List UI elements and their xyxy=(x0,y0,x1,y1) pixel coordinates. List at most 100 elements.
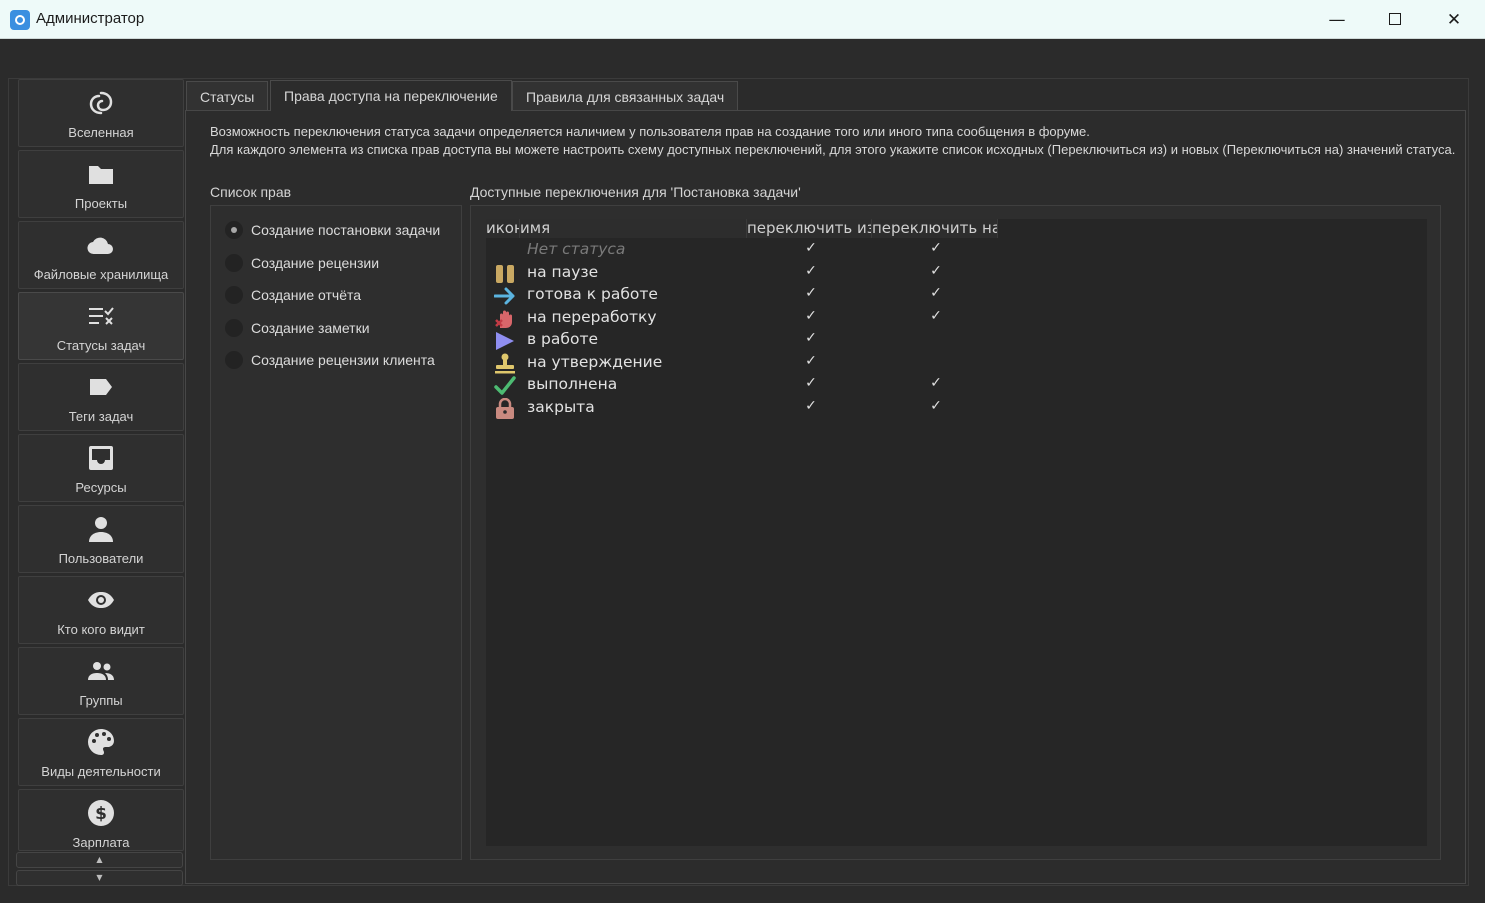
sidebar-item-file-storage[interactable]: Файловые хранилища xyxy=(18,221,184,289)
sidebar-scroll-down-button[interactable]: ▼ xyxy=(16,870,183,886)
sidebar-item-label: Ресурсы xyxy=(75,480,127,495)
switch-to-check[interactable]: ✓ xyxy=(928,375,944,391)
switch-to-check[interactable]: ✓ xyxy=(928,285,944,301)
radio-button[interactable] xyxy=(225,351,243,369)
status-name: Нет статуса xyxy=(527,240,626,258)
switch-from-check[interactable]: ✓ xyxy=(803,330,819,346)
table-row[interactable]: на паузе ✓ ✓ xyxy=(486,262,1427,284)
user-icon xyxy=(19,515,183,543)
sidebar-item-projects[interactable]: Проекты xyxy=(18,150,184,218)
switch-to-check[interactable]: ✓ xyxy=(928,240,944,256)
sidebar-item-label: Файловые хранилища xyxy=(33,267,169,282)
eye-icon xyxy=(19,586,183,614)
right-item-label: Создание заметки xyxy=(251,320,370,336)
rights-list-label: Список прав xyxy=(210,184,292,200)
table-row[interactable]: в работе ✓ xyxy=(486,329,1427,351)
description-line: Для каждого элемента из списка прав дост… xyxy=(210,141,1456,157)
sidebar-item-label: Статусы задач xyxy=(56,338,146,353)
table-row[interactable]: на переработку ✓ ✓ xyxy=(486,307,1427,329)
table-row[interactable]: выполнена ✓ ✓ xyxy=(486,374,1427,396)
play-icon xyxy=(494,330,516,351)
sidebar-item-label: Пользователи xyxy=(58,551,144,566)
column-header-icon[interactable]: иконка xyxy=(486,219,520,238)
right-item-review-creation[interactable]: Создание рецензии xyxy=(225,253,379,273)
table-row[interactable]: на утверждение ✓ xyxy=(486,352,1427,374)
switch-from-check[interactable]: ✓ xyxy=(803,308,819,324)
right-item-client-review-creation[interactable]: Создание рецензии клиента xyxy=(225,350,435,370)
maximize-icon xyxy=(1389,12,1401,25)
switch-from-check[interactable]: ✓ xyxy=(803,398,819,414)
sidebar-item-universe[interactable]: Вселенная xyxy=(18,79,184,147)
switch-from-check[interactable]: ✓ xyxy=(803,240,819,256)
sidebar-item-label: Группы xyxy=(79,693,123,708)
radio-button[interactable] xyxy=(225,221,243,239)
switch-from-check[interactable]: ✓ xyxy=(803,263,819,279)
hand-stop-icon xyxy=(494,308,516,329)
svg-text:$: $ xyxy=(95,804,107,824)
switch-to-check[interactable]: ✓ xyxy=(928,308,944,324)
switches-label: Доступные переключения для 'Постановка з… xyxy=(470,184,801,200)
sidebar-item-activity-types[interactable]: Виды деятельности xyxy=(18,718,184,786)
table-row[interactable]: Нет статуса ✓ ✓ xyxy=(486,239,1427,261)
switch-from-check[interactable]: ✓ xyxy=(803,353,819,369)
switch-from-check[interactable]: ✓ xyxy=(803,375,819,391)
arrow-right-icon xyxy=(494,285,516,306)
pause-icon xyxy=(494,263,516,284)
tag-icon xyxy=(19,373,183,401)
close-button[interactable]: ✕ xyxy=(1431,4,1477,36)
window-title: Администратор xyxy=(36,10,145,27)
switch-from-check[interactable]: ✓ xyxy=(803,285,819,301)
universe-icon xyxy=(19,89,183,117)
sidebar-item-task-statuses[interactable]: Статусы задач xyxy=(18,292,184,360)
column-header-name[interactable]: имя xyxy=(520,219,747,238)
title-bar: Администратор — ✕ xyxy=(0,0,1485,39)
right-item-note-creation[interactable]: Создание заметки xyxy=(225,318,370,338)
right-item-label: Создание отчёта xyxy=(251,287,362,303)
palette-icon xyxy=(19,728,183,756)
right-item-report-creation[interactable]: Создание отчёта xyxy=(225,285,361,305)
folder-icon xyxy=(19,160,183,188)
tab-switch-permissions[interactable]: Права доступа на переключение xyxy=(270,80,512,111)
status-name: на переработку xyxy=(527,308,657,326)
sidebar-item-visibility[interactable]: Кто кого видит xyxy=(18,576,184,644)
status-name: в работе xyxy=(527,330,599,348)
app-icon xyxy=(10,10,30,30)
sidebar-item-groups[interactable]: Группы xyxy=(18,647,184,715)
tab-statuses[interactable]: Статусы xyxy=(186,81,269,111)
checkmark-icon xyxy=(494,375,516,396)
column-header-switch-from[interactable]: переключить из xyxy=(747,219,872,238)
rights-list: Создание постановки задачи Создание реце… xyxy=(210,205,462,860)
sidebar-scroll-up-button[interactable]: ▲ xyxy=(16,852,183,868)
cloud-icon xyxy=(19,231,183,259)
right-item-label: Создание рецензии xyxy=(251,255,380,271)
sidebar-item-label: Теги задач xyxy=(68,409,134,424)
radio-button[interactable] xyxy=(225,286,243,304)
lock-icon xyxy=(494,398,516,419)
radio-button[interactable] xyxy=(225,319,243,337)
description-line: Возможность переключения статуса задачи … xyxy=(210,124,1090,139)
tab-linked-task-rules[interactable]: Правила для связанных задач xyxy=(512,81,739,111)
sidebar-item-salary[interactable]: $ Зарплата xyxy=(18,789,184,851)
minimize-button[interactable]: — xyxy=(1314,4,1360,36)
status-name: на утверждение xyxy=(527,353,663,371)
status-name: на паузе xyxy=(527,263,599,281)
sidebar-item-label: Кто кого видит xyxy=(57,622,145,637)
group-icon xyxy=(19,657,183,685)
stamp-icon xyxy=(494,353,516,374)
table-row[interactable]: готова к работе ✓ ✓ xyxy=(486,284,1427,306)
maximize-button[interactable] xyxy=(1372,4,1418,36)
right-item-task-creation[interactable]: Создание постановки задачи xyxy=(225,220,440,240)
sidebar-item-label: Виды деятельности xyxy=(41,764,161,779)
sidebar-item-label: Проекты xyxy=(74,196,128,211)
column-header-switch-to[interactable]: переключить на xyxy=(872,219,998,238)
table-row[interactable]: закрыта ✓ ✓ xyxy=(486,397,1427,419)
sidebar-item-task-tags[interactable]: Теги задач xyxy=(18,363,184,431)
right-item-label: Создание постановки задачи xyxy=(251,222,441,238)
switch-to-check[interactable]: ✓ xyxy=(928,263,944,279)
sidebar-item-label: Вселенная xyxy=(68,125,134,140)
status-list-icon xyxy=(19,302,183,330)
sidebar-item-resources[interactable]: Ресурсы xyxy=(18,434,184,502)
sidebar-item-users[interactable]: Пользователи xyxy=(18,505,184,573)
radio-button[interactable] xyxy=(225,254,243,272)
switch-to-check[interactable]: ✓ xyxy=(928,398,944,414)
